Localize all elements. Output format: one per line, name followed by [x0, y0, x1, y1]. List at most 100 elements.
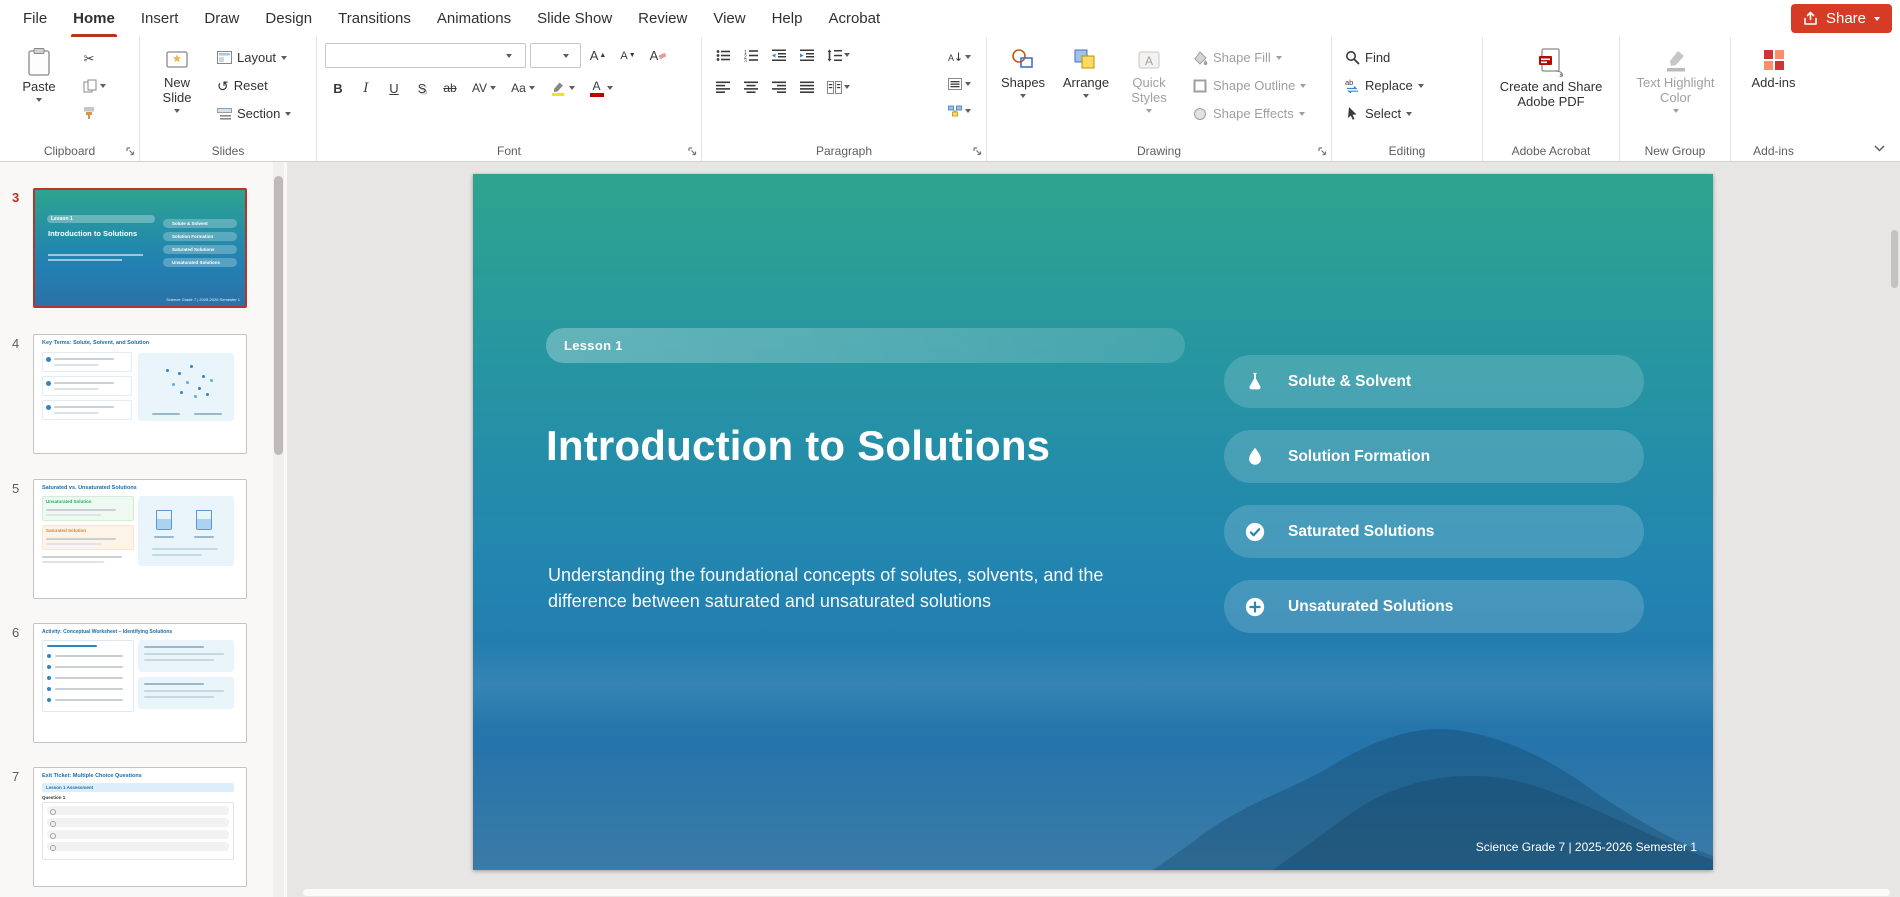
bullets-button[interactable] — [710, 43, 736, 67]
shape-fill-button[interactable]: Shape Fill — [1187, 45, 1311, 70]
strikethrough-button[interactable]: ab — [437, 76, 463, 100]
reset-icon: ↺ — [217, 77, 229, 94]
collapse-ribbon-button[interactable] — [1873, 144, 1886, 153]
menu-tab-slide-show[interactable]: Slide Show — [524, 0, 625, 37]
quick-styles-button[interactable]: A Quick Styles — [1121, 43, 1177, 117]
menu-tab-file[interactable]: File — [10, 0, 60, 37]
menu-tab-label: Review — [638, 10, 688, 27]
menu-tab-help[interactable]: Help — [759, 0, 816, 37]
shapes-button[interactable]: Shapes — [995, 43, 1051, 102]
slide-thumbnail-3[interactable]: Lesson 1 Introduction to Solutions Solut… — [33, 188, 247, 308]
justify-button[interactable] — [794, 75, 820, 99]
slide-thumbnail-4[interactable]: Key Terms: Solute, Solvent, and Solution — [33, 334, 247, 454]
paste-label: Paste — [22, 79, 56, 94]
new-slide-label: New Slide — [162, 75, 192, 105]
decrease-font-size-button[interactable]: A ▼ — [615, 44, 641, 68]
arrange-button[interactable]: Arrange — [1057, 43, 1115, 102]
drawing-dialog-launcher[interactable] — [1317, 146, 1328, 157]
text-shadow-button[interactable]: S — [409, 76, 435, 100]
arrange-icon — [1073, 47, 1099, 73]
find-button[interactable]: Find — [1340, 45, 1474, 70]
menu-tab-acrobat[interactable]: Acrobat — [815, 0, 893, 37]
addins-button[interactable]: Add-ins — [1743, 43, 1805, 95]
bold-button[interactable]: B — [325, 76, 351, 100]
slide-subtitle[interactable]: Understanding the foundational concepts … — [548, 562, 1178, 614]
search-icon — [1345, 50, 1360, 65]
new-slide-button[interactable]: New Slide — [148, 43, 206, 117]
text-highlight-color-button[interactable] — [543, 76, 581, 100]
copy-button[interactable] — [76, 74, 112, 98]
font-size-input[interactable] — [531, 44, 563, 67]
paragraph-dialog-launcher[interactable] — [972, 146, 983, 157]
change-case-button[interactable]: Aa — [505, 76, 541, 100]
slide-thumbnail-6[interactable]: Activity: Conceptual Worksheet – Identif… — [33, 623, 247, 743]
font-name-input[interactable] — [326, 44, 506, 67]
horizontal-scrollbar[interactable] — [303, 889, 1890, 896]
clear-formatting-button[interactable]: A — [645, 44, 671, 68]
columns-button[interactable] — [822, 75, 854, 99]
topic-pill-unsaturated-solutions[interactable]: Unsaturated Solutions — [1224, 580, 1644, 633]
topic-pill-saturated-solutions[interactable]: Saturated Solutions — [1224, 505, 1644, 558]
menu-tab-view[interactable]: View — [700, 0, 758, 37]
increase-font-size-button[interactable]: A ▲ — [585, 44, 611, 68]
select-button[interactable]: Select — [1340, 101, 1474, 126]
chevron-down-icon — [1672, 108, 1679, 113]
numbering-button[interactable]: 123 — [738, 43, 764, 67]
clipboard-dialog-launcher[interactable] — [125, 146, 136, 157]
canvas-scrollbar-thumb[interactable] — [1891, 230, 1898, 288]
topic-pill-solution-formation[interactable]: Solution Formation — [1224, 430, 1644, 483]
chevron-down-icon — [1300, 83, 1307, 88]
align-text-button[interactable] — [940, 72, 978, 96]
align-left-button[interactable] — [710, 75, 736, 99]
format-painter-button[interactable] — [76, 101, 102, 125]
paste-button[interactable]: Paste — [8, 43, 70, 106]
underline-button[interactable]: U — [381, 76, 407, 100]
thumbnail-scrollbar[interactable] — [273, 162, 284, 897]
slide-footer[interactable]: Science Grade 7 | 2025-2026 Semester 1 — [1476, 840, 1697, 854]
align-right-button[interactable] — [766, 75, 792, 99]
copy-icon — [83, 79, 97, 93]
menu-tab-home[interactable]: Home — [60, 0, 128, 37]
menu-tab-insert[interactable]: Insert — [128, 0, 192, 37]
ribbon-group-new-group: Text Highlight Color New Group — [1620, 37, 1731, 161]
thumbnail-preview: Key Terms: Solute, Solvent, and Solution — [34, 335, 246, 453]
text-highlight-color-big-button[interactable]: Text Highlight Color — [1628, 43, 1723, 117]
align-center-button[interactable] — [738, 75, 764, 99]
shape-outline-icon — [1192, 78, 1208, 94]
menu-tab-animations[interactable]: Animations — [424, 0, 524, 37]
menu-tab-transitions[interactable]: Transitions — [325, 0, 424, 37]
reset-button[interactable]: ↺ Reset — [212, 73, 296, 98]
shape-effects-button[interactable]: Shape Effects — [1187, 101, 1311, 126]
slide-canvas[interactable]: Lesson 1 Introduction to Solutions Under… — [473, 174, 1713, 870]
slide-thumbnail-5[interactable]: Saturated vs. Unsaturated Solutions Unsa… — [33, 479, 247, 599]
slide-title[interactable]: Introduction to Solutions — [546, 422, 1050, 470]
create-share-pdf-button[interactable]: Create and Share Adobe PDF — [1496, 43, 1606, 114]
replace-button[interactable]: ab Replace — [1340, 73, 1474, 98]
character-spacing-button[interactable]: AV — [465, 76, 503, 100]
font-dialog-launcher[interactable] — [687, 146, 698, 157]
increase-indent-button[interactable] — [794, 43, 820, 67]
menu-tab-review[interactable]: Review — [625, 0, 700, 37]
line-spacing-button[interactable] — [822, 43, 854, 67]
menu-tab-draw[interactable]: Draw — [191, 0, 252, 37]
layout-button[interactable]: Layout — [212, 45, 296, 70]
cut-button[interactable]: ✂ — [76, 47, 102, 71]
slide-thumbnail-7[interactable]: Exit Ticket: Multiple Choice Questions L… — [33, 767, 247, 887]
ribbon: Paste ✂ Clipboard New Slide Layout ↺ Res… — [0, 37, 1900, 162]
chevron-down-icon — [964, 82, 971, 86]
section-button[interactable]: Section — [212, 101, 296, 126]
decrease-indent-button[interactable] — [766, 43, 792, 67]
group-label: Drawing — [1136, 144, 1181, 158]
italic-button[interactable]: I — [353, 76, 379, 100]
text-direction-button[interactable]: A — [940, 45, 978, 69]
font-color-button[interactable]: A — [583, 76, 619, 100]
lesson-badge-label: Lesson 1 — [564, 338, 623, 353]
topic-pill-solute-solvent[interactable]: Solute & Solvent — [1224, 355, 1644, 408]
share-button[interactable]: Share — [1790, 4, 1892, 33]
slide-editor-canvas[interactable]: Lesson 1 Introduction to Solutions Under… — [287, 162, 1900, 897]
thumbnail-scrollbar-thumb[interactable] — [274, 176, 283, 455]
menu-tab-design[interactable]: Design — [252, 0, 325, 37]
convert-to-smartart-button[interactable] — [940, 99, 978, 123]
lesson-badge[interactable]: Lesson 1 — [546, 328, 1185, 363]
shape-outline-button[interactable]: Shape Outline — [1187, 73, 1311, 98]
